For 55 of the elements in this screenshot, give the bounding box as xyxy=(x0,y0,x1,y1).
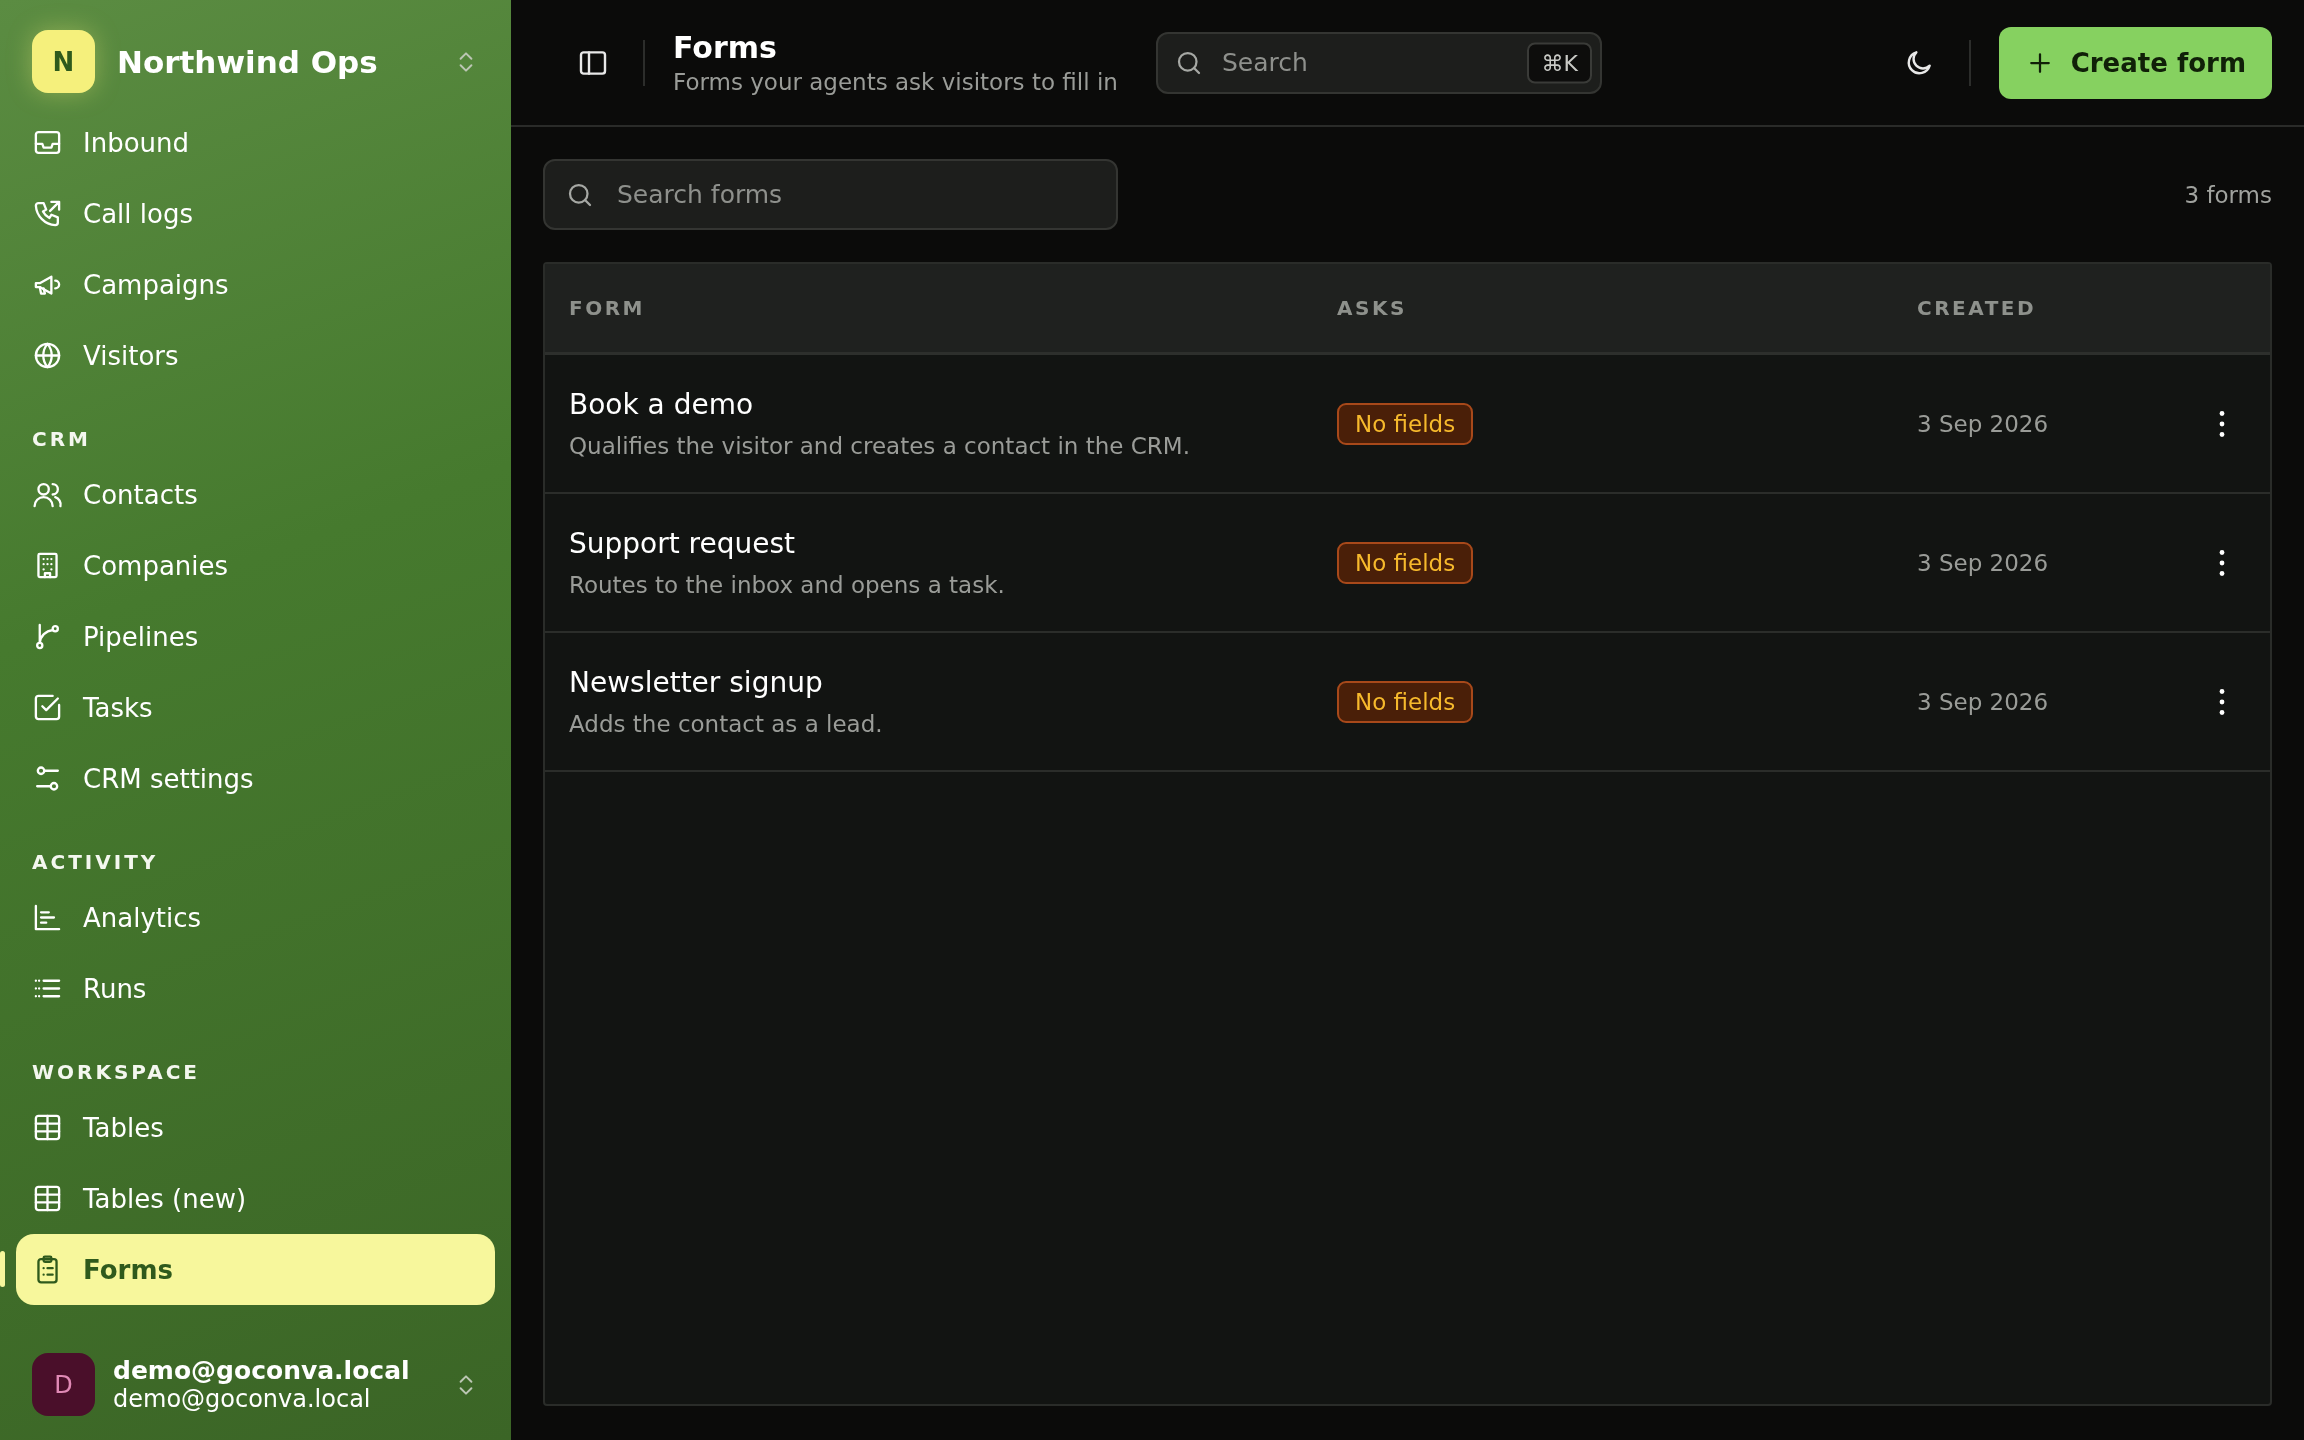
created-date: 3 Sep 2026 xyxy=(1917,688,2050,715)
nav-item[interactable]: Tables (new) xyxy=(16,1163,495,1234)
created-date: 3 Sep 2026 xyxy=(1917,410,2050,437)
nav-item[interactable]: Contacts xyxy=(16,459,495,530)
row-menu-button[interactable] xyxy=(2219,687,2225,716)
nav-item[interactable]: Call logs xyxy=(16,178,495,249)
nav-item[interactable]: Pipelines xyxy=(16,601,495,672)
bar-chart-icon xyxy=(32,902,63,933)
section-label: CRM xyxy=(31,426,92,453)
column-header: CREATED xyxy=(1917,296,2038,320)
active-indicator xyxy=(0,1251,5,1287)
nav-item[interactable]: Inbound xyxy=(16,107,495,178)
column-header: FORM xyxy=(569,296,646,320)
phone-icon xyxy=(32,198,63,229)
nav-item[interactable]: Runs xyxy=(16,953,495,1024)
nav-item[interactable]: Campaigns xyxy=(16,249,495,320)
nav-item[interactable]: Analytics xyxy=(16,882,495,953)
form-name: Newsletter signup xyxy=(569,666,824,699)
more-icon xyxy=(2219,687,2225,716)
search-forms-field[interactable]: Search forms xyxy=(543,159,1118,230)
page-title: Forms xyxy=(673,30,778,65)
status-badge: No fields xyxy=(1337,541,1474,584)
form-description: Routes to the inbox and opens a task. xyxy=(569,572,1006,598)
row-menu-button[interactable] xyxy=(2219,548,2225,577)
status-badge: No fields xyxy=(1337,680,1474,723)
nav-item[interactable]: Visitors xyxy=(16,320,495,391)
globe-icon xyxy=(32,340,63,371)
checkbox-icon xyxy=(32,692,63,723)
create-form-button[interactable]: Create form xyxy=(1998,26,2272,99)
row-menu-button[interactable] xyxy=(2219,409,2225,438)
form-description: Qualifies the visitor and creates a contact in the CRM. xyxy=(569,433,1191,459)
nav-item[interactable]: Tasks xyxy=(16,672,495,743)
forms-count: 3 forms xyxy=(2184,181,2272,208)
page-subtitle: Forms your agents ask visitors to fill in xyxy=(673,69,1118,95)
workspace-name: Northwind Ops xyxy=(117,43,379,80)
table-icon xyxy=(32,1112,63,1143)
nav-item[interactable]: Tables xyxy=(16,1092,495,1163)
user-name: demo@goconva.local xyxy=(113,1356,411,1385)
workspace-logo: N xyxy=(32,30,95,93)
section-label: WORKSPACE xyxy=(31,1059,201,1086)
form-description: Adds the contact as a lead. xyxy=(569,711,884,737)
more-icon xyxy=(2219,548,2225,577)
table-icon xyxy=(32,1183,63,1214)
shortcut-key: ⌘K xyxy=(1527,42,1592,83)
nav-item[interactable]: CRM settings xyxy=(16,743,495,814)
more-icon xyxy=(2219,409,2225,438)
created-date: 3 Sep 2026 xyxy=(1917,549,2050,576)
column-header: ASKS xyxy=(1337,296,1408,320)
form-name: Book a demo xyxy=(569,388,755,421)
user-avatar: D xyxy=(32,1353,95,1416)
nav-item[interactable]: Companies xyxy=(16,530,495,601)
user-email: demo@goconva.local xyxy=(113,1385,372,1413)
form-name: Support request xyxy=(569,527,797,560)
section-label: ACTIVITY xyxy=(31,849,160,876)
status-badge: No fields xyxy=(1337,402,1474,445)
